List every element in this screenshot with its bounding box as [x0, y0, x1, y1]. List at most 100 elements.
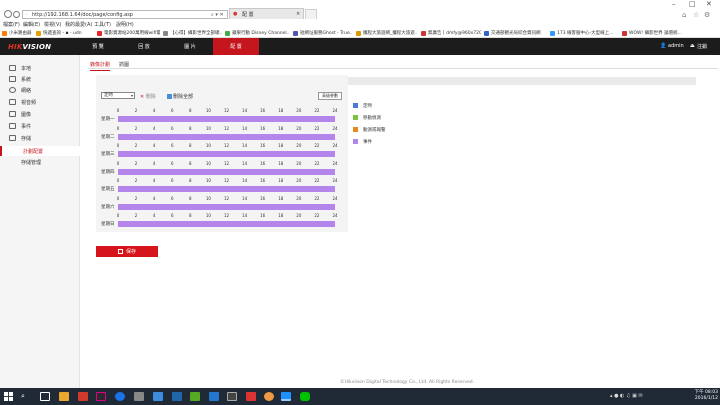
forward-icon[interactable] — [13, 11, 20, 18]
favorite-link[interactable]: 【心得】攝影世界全部總... — [163, 30, 222, 36]
app-icon[interactable] — [209, 392, 219, 401]
app-icon[interactable] — [153, 392, 163, 401]
logout-link[interactable]: 注銷 — [697, 43, 707, 50]
search-icon[interactable]: ⌕ — [21, 392, 31, 401]
logout-icon[interactable]: ⏏ — [690, 43, 695, 49]
favorite-link[interactable]: 短網址服務Ghost - True... — [293, 30, 353, 36]
hour-tick-label: 10 — [205, 143, 211, 148]
home-icon[interactable]: ⌂ — [682, 11, 686, 19]
system-tray-icons[interactable]: ▴ ● ◐ ♫ ▣ ✉ — [610, 393, 643, 399]
favorite-link[interactable]: 攜程大旅遊網_攜程大旅遊... — [356, 30, 418, 36]
favorite-link[interactable]: 173 線客服中心-大型線上... — [550, 30, 619, 36]
sidebar-item-video-audio[interactable]: 視音頻 — [0, 97, 80, 107]
save-button[interactable]: 保存 — [96, 246, 158, 257]
sub-tabs: 錄像計劃 抓圖 — [88, 59, 718, 71]
hour-tick-label: 22 — [314, 108, 320, 113]
line-icon[interactable] — [300, 392, 310, 401]
favorite-link[interactable]: 快遞查詢 - ▪ - udn — [36, 30, 94, 36]
sidebar-item-image[interactable]: 圖像 — [0, 109, 80, 119]
hour-tick-label: 8 — [189, 160, 192, 166]
app-icon[interactable] — [246, 392, 256, 401]
browser-tab[interactable]: ● 配 置 × — [229, 8, 304, 19]
hour-tick-label: 24 — [332, 125, 338, 131]
app-icon[interactable] — [190, 392, 200, 401]
sidebar-item-storage[interactable]: 存儲 — [0, 133, 80, 143]
favorite-link[interactable]: 蘋果行動 Disney Channel... — [225, 30, 290, 36]
advanced-button[interactable]: 高級參數 — [318, 92, 342, 100]
illustrator-icon[interactable] — [96, 392, 106, 401]
hour-tick-label: 0 — [116, 213, 120, 218]
hour-tick-label: 6 — [170, 213, 174, 218]
hour-tick-label: 6 — [170, 195, 174, 201]
legend-swatch — [353, 103, 358, 108]
internet-explorer-icon[interactable] — [281, 392, 291, 401]
tab-record-schedule[interactable]: 錄像計劃 — [90, 61, 111, 71]
minimize-icon[interactable]: – — [672, 0, 676, 8]
file-explorer-icon[interactable] — [59, 392, 69, 401]
windows-start-icon[interactable] — [4, 392, 13, 401]
sidebar-item-event[interactable]: 事件 — [0, 121, 80, 131]
app-icon[interactable] — [172, 392, 182, 401]
sidebar-item-local[interactable]: 本地 — [0, 63, 80, 73]
favorite-link[interactable]: WOW! 攝影世界 論壇統... — [622, 30, 697, 36]
nav-preview[interactable]: 預 覽 — [75, 38, 121, 55]
username: admin — [668, 43, 684, 49]
menu-favorites[interactable]: 我的最愛(A) — [65, 21, 92, 28]
nav-playback[interactable]: 回 放 — [121, 38, 167, 55]
storage-icon — [9, 135, 16, 141]
day-schedule-bar[interactable] — [118, 221, 335, 227]
hour-tick-label: 20 — [296, 178, 302, 183]
hour-tick-label: 12 — [223, 125, 230, 131]
sidebar-item-system[interactable]: 系統 — [0, 74, 80, 84]
task-view-icon[interactable] — [40, 392, 50, 401]
favorites-star-icon[interactable]: ☆ — [693, 11, 699, 19]
hour-tick-label: 8 — [189, 125, 192, 131]
day-schedule-bar[interactable] — [118, 151, 335, 157]
day-schedule-bar[interactable] — [118, 186, 335, 192]
menu-tools[interactable]: 工具(T) — [94, 21, 111, 28]
close-window-icon[interactable]: ✕ — [706, 0, 712, 8]
settings-gear-icon[interactable]: ⚙ — [704, 11, 710, 19]
app-icon[interactable] — [78, 392, 88, 401]
hour-tick-label: 6 — [170, 160, 174, 166]
close-tab-icon[interactable]: × — [296, 11, 300, 17]
nav-picture[interactable]: 圖 片 — [167, 38, 213, 55]
menu-file[interactable]: 檔案(F) — [3, 21, 20, 28]
search-icon[interactable]: ⌕ ▾ ✕ — [211, 12, 224, 18]
favorite-icon — [356, 30, 361, 36]
menu-help[interactable]: 說明(H) — [116, 21, 134, 28]
hour-tick-label: 10 — [205, 195, 211, 201]
favorite-link[interactable]: 無廣告 [ dmfy@960x720... — [421, 30, 481, 36]
record-type-select[interactable]: 定時 ▾ — [101, 92, 135, 99]
favorite-link[interactable]: 小米路由器 — [2, 30, 33, 36]
hour-tick-label: 6 — [170, 125, 174, 131]
sidebar-item-network[interactable]: 網絡 — [0, 85, 80, 95]
menu-edit[interactable]: 編輯(E) — [23, 21, 40, 28]
hour-tick-label: 14 — [242, 108, 248, 113]
favorite-icon — [622, 30, 627, 36]
tab-capture[interactable]: 抓圖 — [119, 61, 129, 68]
delete-all-button[interactable]: 刪除全部 — [167, 93, 193, 100]
delete-button[interactable]: ✕ 刪除 — [140, 93, 156, 100]
day-schedule-bar[interactable] — [118, 133, 335, 140]
taskbar-clock[interactable]: 下午 08:03 2016/1/12 — [690, 390, 718, 402]
legend-label: 定時 — [363, 104, 372, 109]
sidebar-item-schedule[interactable]: 計劃配置 — [0, 146, 80, 156]
app-icon[interactable] — [134, 392, 144, 401]
chrome-icon[interactable] — [264, 392, 274, 401]
address-bar[interactable]: ◦ http://192.168.1.64/doc/page/config.as… — [22, 10, 228, 19]
nav-configuration[interactable]: 配 置 — [213, 38, 259, 55]
favorite-link[interactable]: 交通部觀光局綜合資訊網 — [484, 30, 547, 36]
app-icon[interactable] — [227, 392, 237, 401]
sidebar-item-storage-management[interactable]: 存儲管理 — [0, 157, 80, 167]
favorite-link[interactable]: 電影資源站200萬用線wifi電... — [97, 30, 160, 36]
day-schedule-bar[interactable] — [118, 168, 335, 175]
maximize-icon[interactable]: □ — [689, 0, 696, 8]
back-icon[interactable] — [4, 10, 12, 18]
new-tab-button[interactable] — [305, 9, 317, 19]
day-schedule-bar[interactable] — [118, 203, 335, 210]
day-schedule-bar[interactable] — [118, 116, 335, 122]
hour-tick-label: 6 — [170, 178, 174, 183]
media-player-icon[interactable] — [115, 392, 125, 401]
menu-view[interactable]: 檢視(V) — [44, 21, 61, 28]
